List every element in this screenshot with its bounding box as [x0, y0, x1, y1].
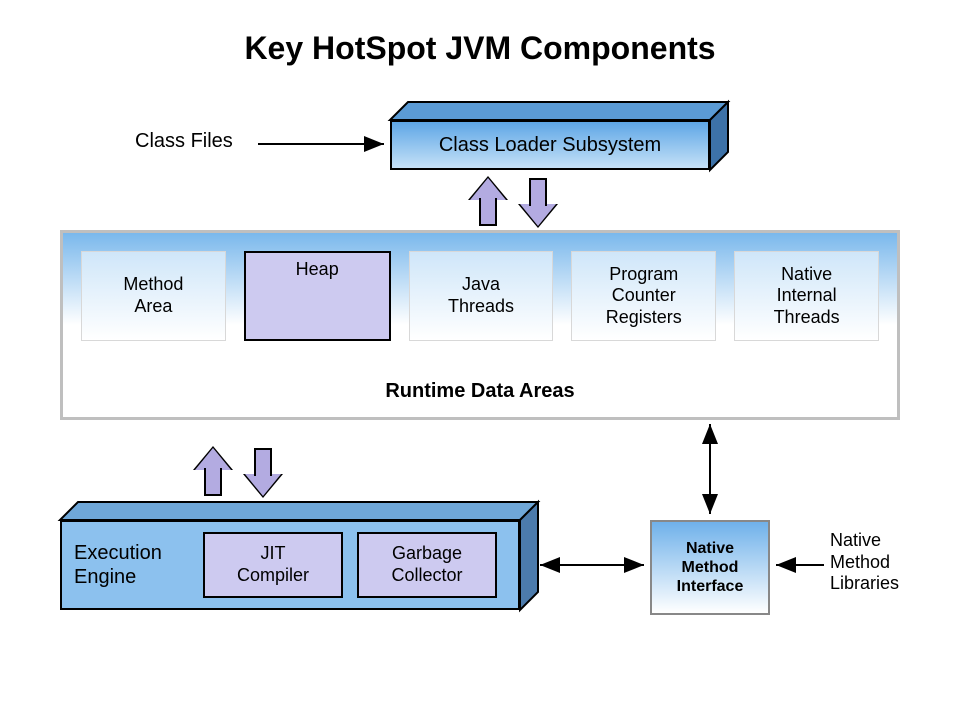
class-loader-label: Class Loader Subsystem — [390, 120, 710, 170]
runtime-data-areas: MethodArea Heap JavaThreads ProgramCount… — [60, 230, 900, 420]
class-files-label: Class Files — [135, 130, 233, 153]
runtime-data-areas-label: Runtime Data Areas — [63, 380, 897, 403]
pc-registers-cell: ProgramCounterRegisters — [571, 251, 716, 341]
heap-cell: Heap — [244, 251, 391, 341]
execution-engine-block: ExecutionEngine JITCompiler GarbageColle… — [60, 520, 520, 610]
class-loader-block: Class Loader Subsystem — [390, 120, 710, 170]
diagram-title: Key HotSpot JVM Components — [0, 30, 960, 67]
arrow-down-icon — [520, 178, 556, 226]
garbage-collector-cell: GarbageCollector — [357, 532, 497, 598]
arrow-up-icon — [195, 448, 231, 496]
native-method-interface-box: NativeMethodInterface — [650, 520, 770, 615]
execution-engine-label: ExecutionEngine — [74, 541, 189, 589]
native-method-libraries-label: NativeMethodLibraries — [830, 530, 899, 595]
arrow-up-icon — [470, 178, 506, 226]
jit-compiler-cell: JITCompiler — [203, 532, 343, 598]
arrow-down-icon — [245, 448, 281, 496]
java-threads-cell: JavaThreads — [409, 251, 554, 341]
method-area-cell: MethodArea — [81, 251, 226, 341]
native-internal-threads-cell: NativeInternalThreads — [734, 251, 879, 341]
